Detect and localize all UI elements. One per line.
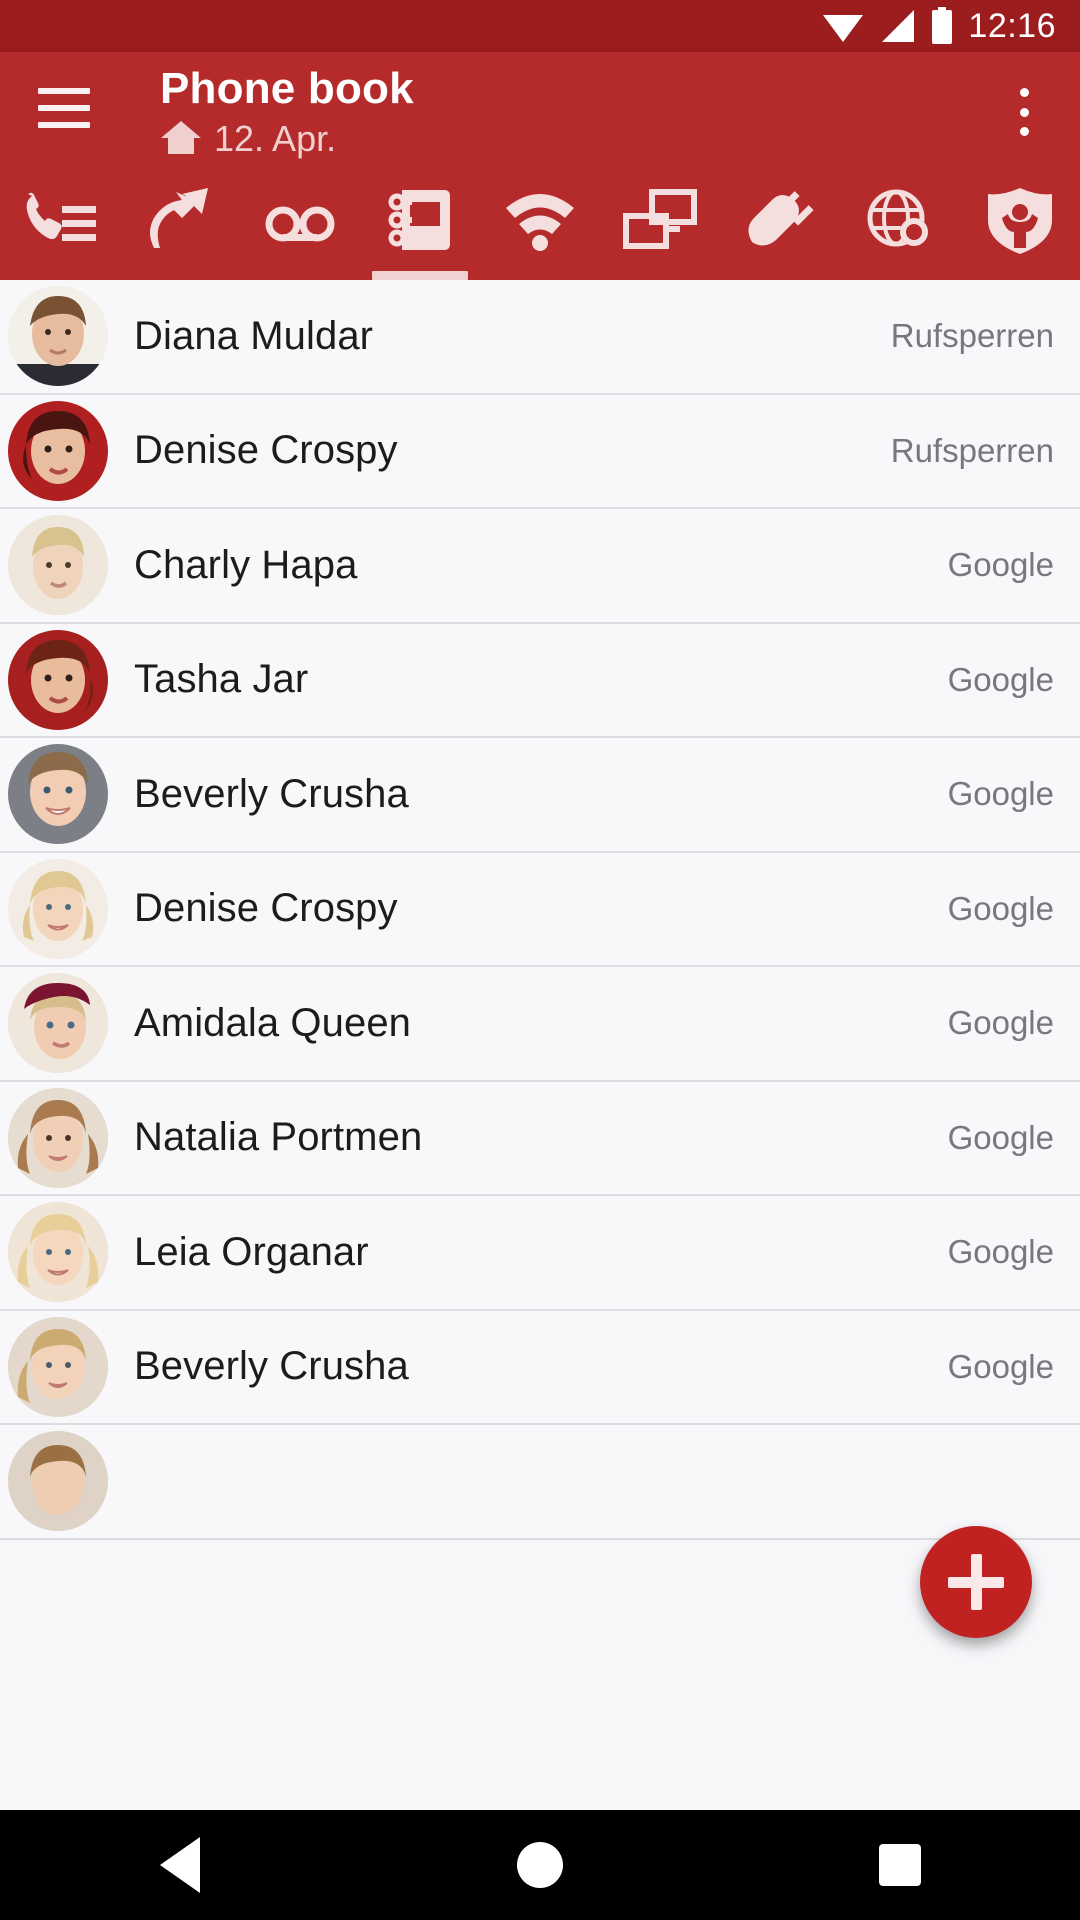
contact-source: Rufsperren <box>890 431 1054 469</box>
network-tab[interactable] <box>600 180 720 280</box>
call-diversion-tab[interactable] <box>120 180 240 280</box>
home-button[interactable] <box>450 1810 630 1920</box>
contact-name: Charly Hapa <box>134 542 358 587</box>
table-row[interactable]: Denise Crospy Google <box>0 852 1080 967</box>
shield-person-icon <box>982 186 1058 256</box>
recents-button[interactable] <box>810 1810 990 1920</box>
contact-source: Google <box>947 775 1054 813</box>
table-row[interactable]: Beverly Crusha Google <box>0 738 1080 853</box>
subtitle-date: 12. Apr. <box>214 118 337 160</box>
table-row[interactable] <box>0 1425 1080 1540</box>
app-bar: Phone book 12. Apr. <box>0 52 1080 280</box>
title-block: Phone book 12. Apr. <box>160 64 414 160</box>
phone-list-icon <box>22 186 98 252</box>
table-row[interactable]: Charly Hapa Google <box>0 509 1080 624</box>
home-circle-icon <box>517 1842 563 1888</box>
voicemail-icon <box>262 186 338 252</box>
contact-name: Tasha Jar <box>134 657 309 702</box>
recents-square-icon <box>879 1844 921 1886</box>
back-button[interactable] <box>90 1810 270 1920</box>
contact-source: Google <box>947 546 1054 584</box>
avatar <box>8 973 108 1074</box>
avatar <box>8 515 108 616</box>
status-bar: 12:16 <box>0 0 1080 52</box>
contact-name: Diana Muldar <box>134 313 374 358</box>
wifi-icon <box>502 186 578 252</box>
contact-source: Google <box>947 1347 1054 1385</box>
contact-name: Denise Crospy <box>134 428 398 473</box>
table-row[interactable]: Beverly Crusha Google <box>0 1310 1080 1425</box>
table-row[interactable]: Natalia Portmen Google <box>0 1081 1080 1196</box>
table-row[interactable]: Leia Organar Google <box>0 1196 1080 1311</box>
globe-search-icon <box>862 186 938 252</box>
devices-icon <box>622 186 698 252</box>
phone-book-tab[interactable] <box>360 180 480 280</box>
wifi-icon <box>822 9 864 43</box>
avatar <box>8 400 108 501</box>
contact-name: Amidala Queen <box>134 1000 412 1045</box>
wlan-tab[interactable] <box>480 180 600 280</box>
hamburger-menu-icon[interactable] <box>38 88 90 128</box>
add-contact-button[interactable] <box>920 1526 1032 1638</box>
status-bar-clock: 12:16 <box>968 7 1056 45</box>
address-book-icon <box>382 186 458 256</box>
battery-icon <box>930 7 954 45</box>
contact-source: Google <box>947 660 1054 698</box>
avatar <box>8 629 108 730</box>
back-triangle-icon <box>160 1837 200 1893</box>
contact-name: Beverly Crusha <box>134 771 409 816</box>
avatar <box>8 286 108 387</box>
avatar <box>8 1202 108 1303</box>
plus-icon <box>948 1554 1004 1610</box>
table-row[interactable]: Amidala Queen Google <box>0 967 1080 1082</box>
contact-list[interactable]: Diana Muldar Rufsperren Denise Crospy Ru… <box>0 280 1080 1810</box>
overflow-menu-icon[interactable] <box>1002 84 1046 140</box>
table-row[interactable]: Tasha Jar Google <box>0 623 1080 738</box>
table-row[interactable]: Denise Crospy Rufsperren <box>0 394 1080 509</box>
avatar <box>8 1431 108 1532</box>
contact-source: Google <box>947 1004 1054 1042</box>
avatar <box>8 744 108 845</box>
contact-name: Denise Crospy <box>134 886 398 931</box>
contact-source: Google <box>947 1118 1054 1156</box>
home-icon <box>160 119 202 160</box>
contact-source: Rufsperren <box>890 317 1054 355</box>
avatar <box>8 858 108 959</box>
parental-control-tab[interactable] <box>960 180 1080 280</box>
contact-name: Beverly Crusha <box>134 1344 409 1389</box>
table-row[interactable]: Diana Muldar Rufsperren <box>0 280 1080 395</box>
page-title: Phone book <box>160 64 414 113</box>
answering-machine-tab[interactable] <box>240 180 360 280</box>
signal-icon <box>878 9 916 43</box>
tab-bar <box>0 180 1080 280</box>
call-list-tab[interactable] <box>0 180 120 280</box>
contact-name: Leia Organar <box>134 1229 369 1274</box>
smart-home-tab[interactable] <box>720 180 840 280</box>
subtitle-block: 12. Apr. <box>160 119 414 160</box>
power-plug-icon <box>742 186 818 252</box>
contact-source: Google <box>947 1233 1054 1271</box>
avatar <box>8 1316 108 1417</box>
contact-source: Google <box>947 889 1054 927</box>
phone-screen: 12:16 Phone book 12. Apr. Diana Muldar R… <box>0 0 1080 1920</box>
app-bar-top: Phone book 12. Apr. <box>0 52 1080 180</box>
call-forward-arrow-icon <box>142 186 218 252</box>
avatar <box>8 1087 108 1188</box>
android-navigation-bar <box>0 1810 1080 1920</box>
contact-name: Natalia Portmen <box>134 1115 423 1160</box>
internet-tab[interactable] <box>840 180 960 280</box>
